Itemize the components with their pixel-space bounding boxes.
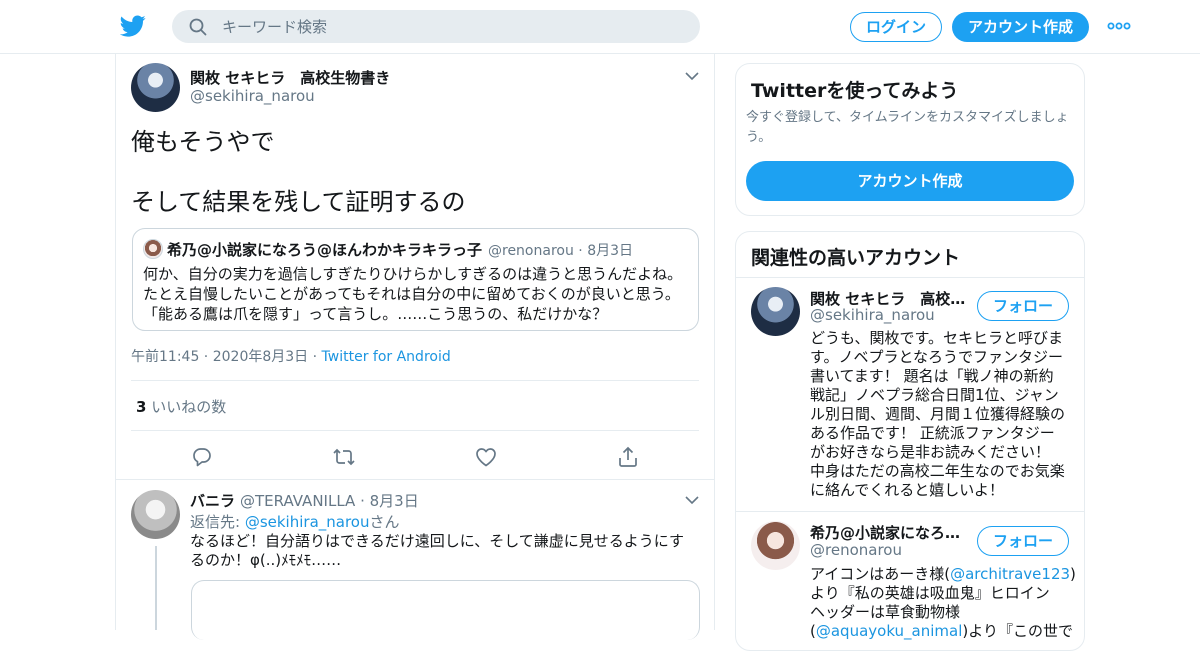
avatar[interactable]: [751, 287, 800, 336]
tweet-text-line: そして結果を残して証明するの: [131, 188, 466, 216]
bio-text: )より『この世で: [962, 622, 1073, 640]
reply-author-handle[interactable]: @TERAVANILLA: [240, 492, 355, 510]
chevron-down-icon[interactable]: [685, 495, 699, 505]
tweet-text-line: 俺もそうやで: [131, 128, 275, 156]
avatar: [143, 239, 163, 259]
divider: [131, 380, 699, 381]
divider: [736, 277, 1084, 278]
signup-card: Twitterを使ってみよう 今すぐ登録して、タイムラインをカスタマイズしましょ…: [735, 63, 1085, 216]
signup-card-title: Twitterを使ってみよう: [751, 80, 959, 102]
avatar[interactable]: [751, 521, 800, 570]
replying-to-suffix: さん: [369, 513, 400, 531]
bio-text: アイコンはあーき様(: [810, 565, 951, 583]
avatar[interactable]: [131, 490, 180, 539]
related-account-bio-line: より『私の英雄は吸血鬼』ヒロイン: [810, 584, 1050, 602]
quoted-author-name: 希乃@小説家になろう@ほんわかキラキラっ子: [167, 241, 483, 259]
likes-count: 3: [136, 398, 147, 416]
related-account-name[interactable]: 希乃@小説家になろ…: [810, 522, 960, 543]
divider: [736, 511, 1084, 512]
search-icon: [189, 18, 207, 36]
related-account-bio-line: 戦記」ノベプラ総合日間1位、ジャン: [810, 386, 1059, 404]
quoted-text-line: たとえ自慢したいことがあってもそれは自分の中に留めておくのが良いと思う。: [143, 285, 680, 303]
replying-to-prefix: 返信先:: [190, 513, 245, 531]
reply-date[interactable]: 8月3日: [370, 492, 419, 510]
quoted-tweet[interactable]: 希乃@小説家になろう@ほんわかキラキラっ子 @renonarou · 8月3日 …: [132, 228, 699, 331]
related-account-bio-line: (@aquayoku_animal)より『この世で: [810, 622, 1073, 641]
related-account-bio-line: アイコンはあーき様(@architrave123): [810, 565, 1076, 584]
likes-label: いいねの数: [151, 398, 227, 416]
follow-button[interactable]: フォロー: [977, 526, 1069, 556]
reply-icon[interactable]: [190, 445, 214, 469]
related-account-bio-line: 書いてます！ 題名は「戦ノ神の新約: [810, 367, 1054, 385]
related-account-bio-line: 中身はただの高校二年生なのでお気楽: [810, 462, 1065, 480]
bio-text: ): [1070, 565, 1076, 583]
related-account-bio-line: す。ノベプラとなろうでファンタジー: [810, 348, 1064, 366]
separator-dot: ·: [199, 349, 213, 365]
tweet-source-link[interactable]: Twitter for Android: [322, 349, 451, 365]
quoted-text-line: 「能ある鷹は爪を隠す」って言うし。……こう思うの、私だけかな？: [143, 305, 608, 323]
share-icon[interactable]: [616, 445, 640, 469]
related-account-handle[interactable]: @sekihira_narou: [810, 306, 935, 324]
replying-to: 返信先: @sekihira_narouさん: [190, 511, 400, 532]
reply-text-line: るのか！φ(..)ﾒﾓﾒﾓ……: [190, 551, 342, 569]
tweet-author-name[interactable]: 関枚 セキヒラ 高校生物書き: [190, 67, 390, 88]
signup-card-subtitle: 今すぐ登録して、タイムラインをカスタマイズしましょう。: [746, 110, 1069, 145]
replying-to-handle[interactable]: @sekihira_narou: [245, 513, 370, 531]
chevron-down-icon[interactable]: [685, 71, 699, 81]
related-account-bio-line: に絡んでくれると嬉しいよ！: [810, 481, 1004, 499]
top-navigation-bar: ログイン アカウント作成: [0, 0, 1200, 54]
tweet-timestamp[interactable]: 午前11:45 · 2020年8月3日 · Twitter for Androi…: [131, 346, 451, 366]
related-accounts-card: 関連性の高いアカウント 関枚 セキヒラ 高校… @sekihira_narou …: [735, 231, 1085, 651]
related-account-bio-line: がお好きなら是非お読みください！: [810, 443, 1051, 461]
retweet-icon[interactable]: [332, 445, 356, 469]
divider: [131, 430, 699, 431]
divider: [116, 479, 714, 480]
likes-stat[interactable]: 3 いいねの数: [136, 396, 226, 417]
reply-text-line: なるほど！自分語りはできるだけ遠回しに、そして謙虚に見せるようにす: [190, 532, 684, 550]
related-account-bio-line: どうも、関枚です。セキヒラと呼びま: [810, 329, 1064, 347]
tweet-date: 2020年8月3日: [212, 349, 309, 365]
quoted-author-handle: @renonarou: [488, 243, 574, 259]
related-account-bio-line: ある作品です！ 正統派ファンタジー: [810, 424, 1055, 442]
more-icon[interactable]: [1107, 18, 1131, 34]
tweet-author-handle[interactable]: @sekihira_narou: [190, 87, 315, 105]
signup-button[interactable]: アカウント作成: [952, 12, 1089, 42]
signup-card-button[interactable]: アカウント作成: [746, 161, 1074, 201]
quoted-text-line: 何か、自分の実力を過信しすぎたりひけらかしすぎるのは違うと思うんだよね。: [143, 265, 683, 283]
bio-mention-link[interactable]: @aquayoku_animal: [816, 622, 963, 640]
separator-dot: ·: [355, 492, 370, 510]
quoted-author-meta: @renonarou · 8月3日: [488, 240, 633, 260]
reply-embedded-card[interactable]: [191, 580, 700, 640]
reply-author-name[interactable]: バニラ: [190, 490, 235, 511]
related-account-handle[interactable]: @renonarou: [810, 541, 902, 559]
reply-author-meta: @TERAVANILLA · 8月3日: [240, 490, 419, 511]
twitter-bird-icon[interactable]: [120, 13, 146, 39]
search-input[interactable]: [222, 10, 682, 43]
separator-dot: ·: [573, 243, 588, 259]
related-accounts-title: 関連性の高いアカウント: [751, 247, 961, 269]
related-account-bio-line: ヘッダーは草食動物様: [810, 603, 961, 621]
quoted-date: 8月3日: [587, 243, 634, 259]
bio-mention-link[interactable]: @architrave123: [950, 565, 1070, 583]
login-button[interactable]: ログイン: [850, 12, 942, 42]
avatar[interactable]: [131, 63, 180, 112]
tweet-time: 午前11:45: [131, 349, 200, 365]
related-account-bio-line: ル別日間、週間、月間１位獲得経験の: [810, 405, 1066, 423]
thread-connector: [155, 546, 157, 630]
search-box[interactable]: [172, 10, 700, 43]
like-icon[interactable]: [474, 445, 498, 469]
follow-button[interactable]: フォロー: [977, 291, 1069, 321]
main-tweet-column: 関枚 セキヒラ 高校生物書き @sekihira_narou 俺もそうやで そし…: [115, 54, 715, 640]
separator-dot: ·: [308, 349, 322, 365]
